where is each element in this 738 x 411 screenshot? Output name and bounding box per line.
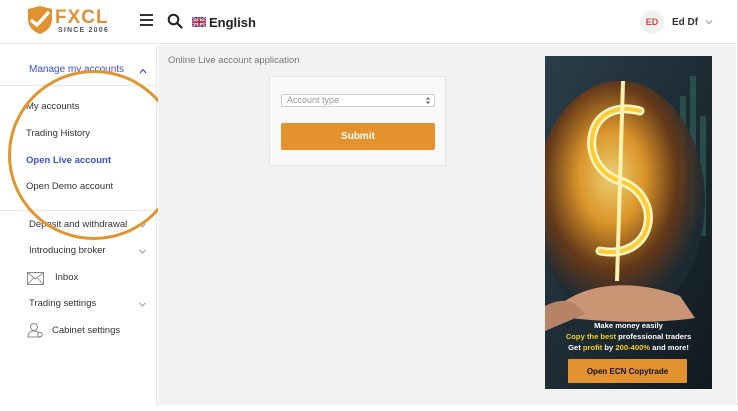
sidebar-divider	[0, 85, 157, 86]
application-form: Account type Submit	[269, 76, 446, 166]
logo-tagline: SINCE 2006	[58, 27, 109, 34]
banner-line-3a: Get	[568, 343, 581, 352]
banner-line-3d: 200-400%	[615, 343, 651, 352]
fxcl-logo[interactable]: FXCL SINCE 2006	[27, 6, 117, 38]
mail-icon	[27, 272, 44, 285]
sidebar-item-inbox[interactable]: Inbox	[55, 272, 78, 283]
sidebar-item-cabinet-settings[interactable]: Cabinet settings	[52, 325, 120, 336]
main-content: Online Live account application Account …	[158, 45, 736, 405]
language-selector[interactable]: English	[192, 14, 256, 30]
banner-tagline: Make money easily Copy the best professi…	[545, 320, 712, 353]
chevron-down-icon	[705, 20, 713, 25]
chevron-up-icon[interactable]	[139, 68, 147, 74]
chevron-down-icon[interactable]	[139, 249, 146, 254]
banner-line-2a: Copy the best	[565, 332, 617, 341]
open-ecn-copytrade-button[interactable]: Open ECN Copytrade	[568, 359, 687, 383]
sidebar-divider	[0, 210, 157, 211]
menu-icon[interactable]	[140, 14, 153, 27]
banner-line-3b: profit	[582, 343, 603, 352]
account-type-placeholder: Account type	[287, 95, 340, 105]
sidebar-item-introducing-broker[interactable]: Introducing broker	[29, 245, 106, 256]
page-title: Online Live account application	[168, 55, 300, 66]
chevron-down-icon[interactable]	[139, 223, 146, 228]
chevron-down-icon[interactable]	[139, 302, 146, 307]
uk-flag-icon	[192, 17, 206, 27]
sidebar-item-trading-history[interactable]: Trading History	[26, 128, 90, 139]
banner-line-1: Make money easily	[594, 321, 663, 330]
logo-brand: FXCL	[55, 7, 109, 28]
search-icon[interactable]	[167, 13, 183, 29]
ecn-copytrade-banner[interactable]: Make money easily Copy the best professi…	[545, 56, 712, 389]
sidebar-item-open-live-account[interactable]: Open Live account	[26, 155, 111, 166]
banner-line-3c: by	[604, 343, 614, 352]
avatar: ED	[640, 10, 664, 34]
user-name: Ed Df	[672, 16, 699, 28]
banner-line-3e: and more!	[652, 343, 689, 352]
select-arrows-icon	[425, 97, 431, 104]
sidebar-item-open-demo-account[interactable]: Open Demo account	[26, 181, 113, 192]
top-header: FXCL SINCE 2006 English ED Ed Df	[0, 0, 736, 44]
language-label: English	[209, 14, 256, 30]
user-settings-icon	[27, 323, 43, 338]
sidebar-item-my-accounts[interactable]: My accounts	[26, 101, 79, 112]
account-type-select[interactable]: Account type	[281, 94, 435, 107]
sidebar: Manage my accounts My accounts Trading H…	[0, 45, 157, 405]
banner-line-2b: professional traders	[618, 332, 692, 341]
user-menu[interactable]: ED Ed Df	[640, 10, 713, 34]
sidebar-item-deposit-withdrawal[interactable]: Deposit and withdrawal	[29, 219, 127, 230]
sidebar-section-manage-accounts[interactable]: Manage my accounts	[29, 64, 124, 75]
submit-button[interactable]: Submit	[281, 123, 435, 150]
shield-logo-icon	[28, 6, 52, 34]
sidebar-item-trading-settings[interactable]: Trading settings	[29, 298, 96, 309]
